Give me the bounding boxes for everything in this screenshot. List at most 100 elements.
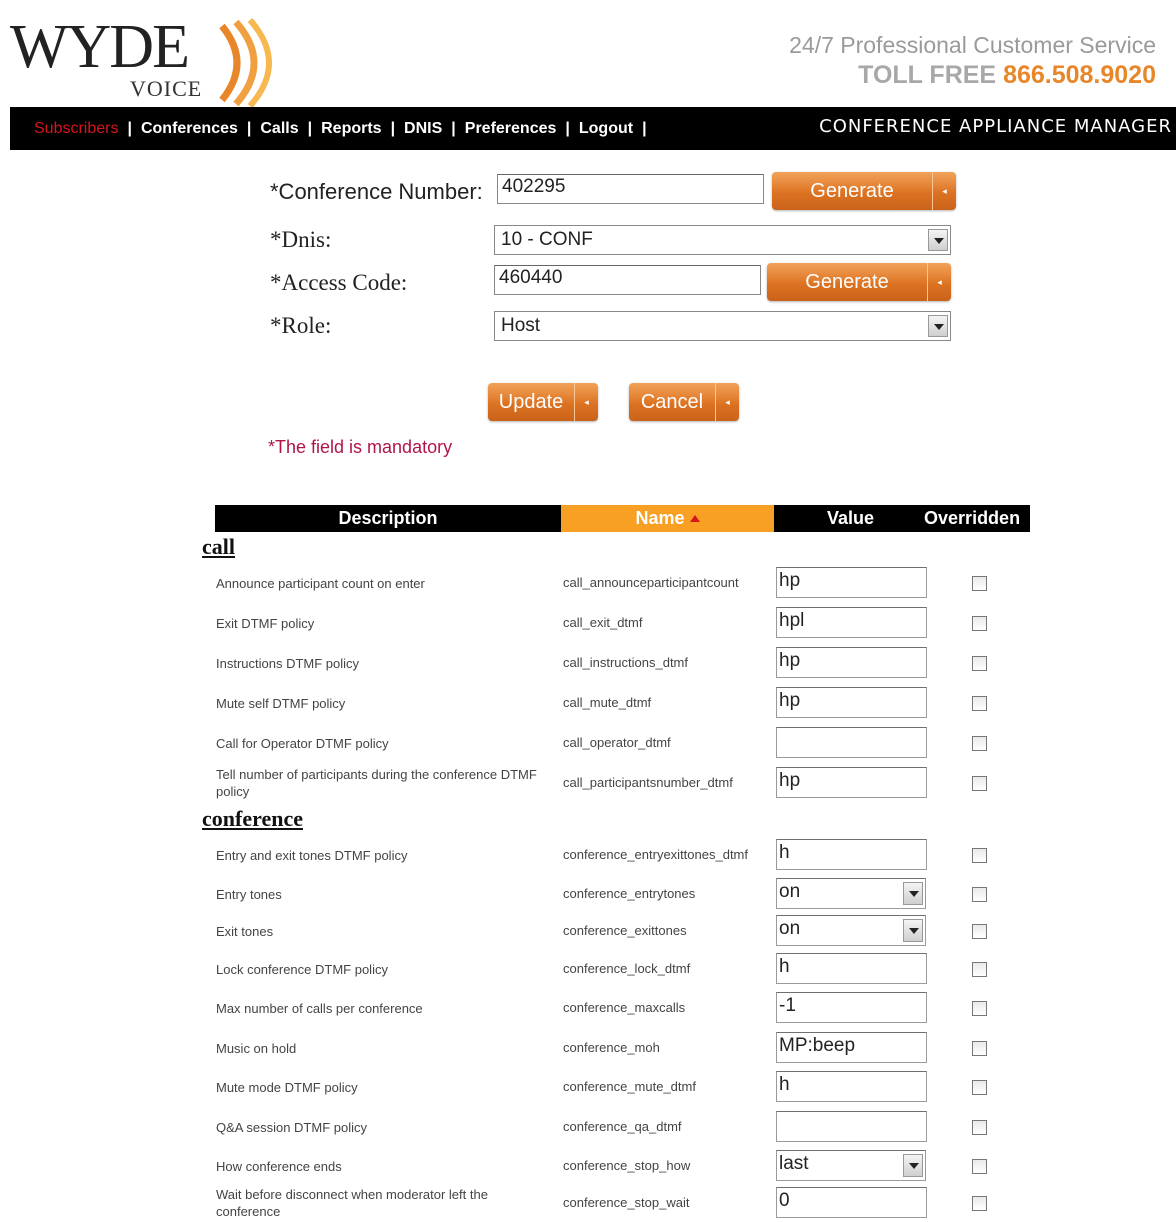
overridden-checkbox[interactable] [972,1120,987,1135]
button-arrow-icon: ◂ [574,383,598,421]
table-row: Exit DTMF policy call_exit_dtmf hpl [0,606,1176,642]
overridden-checkbox[interactable] [972,1080,987,1095]
row-name: conference_maxcalls [563,1000,686,1015]
access-code-input[interactable]: 460440 [494,265,761,295]
overridden-checkbox[interactable] [972,848,987,863]
update-button-label: Update [498,390,564,413]
generate-access-code-button[interactable]: Generate ◂ [767,263,951,301]
dropdown-arrow-icon[interactable] [903,1154,923,1177]
row-description: How conference ends [216,1159,342,1174]
row-description: Tell number of participants during the c… [216,767,537,799]
row-name: call_participantsnumber_dtmf [563,775,733,790]
nav-item-conferences[interactable]: Conferences [141,120,238,138]
table-row: Max number of calls per conference confe… [0,991,1176,1027]
table-row: Music on hold conference_moh MP:beep [0,1031,1176,1067]
overridden-checkbox[interactable] [972,736,987,751]
overridden-checkbox[interactable] [972,776,987,791]
conference-number-input[interactable]: 402295 [497,174,764,204]
row-description: Instructions DTMF policy [216,656,360,671]
dropdown-arrow-icon[interactable] [903,882,923,905]
nav-item-preferences[interactable]: Preferences [465,120,557,138]
row-description: Music on hold [216,1041,297,1056]
row-name: conference_stop_how [563,1158,691,1173]
value-select-text: on [779,881,801,902]
row-name: conference_moh [563,1040,660,1055]
row-name: conference_mute_dtmf [563,1079,696,1094]
toll-free-line: TOLL FREE 866.508.9020 [789,61,1156,90]
value-select[interactable]: on [776,915,926,946]
overridden-checkbox[interactable] [972,656,987,671]
column-header-name[interactable]: Name [561,505,774,532]
overridden-checkbox[interactable] [972,696,987,711]
value-input[interactable]: hp [776,567,927,598]
value-input[interactable]: hp [776,687,927,718]
table-row: Call for Operator DTMF policy call_opera… [0,726,1176,762]
value-input[interactable]: MP:beep [776,1032,927,1063]
row-name: conference_qa_dtmf [563,1119,682,1134]
row-name: conference_entrytones [563,886,696,901]
overridden-checkbox[interactable] [972,616,987,631]
table-row: Entry and exit tones DTMF policy confere… [0,838,1176,874]
column-header-overridden[interactable]: Overridden [924,508,1020,529]
overridden-checkbox[interactable] [972,576,987,591]
row-description: Entry and exit tones DTMF policy [216,848,408,863]
table-row: Tell number of participants during the c… [0,766,1176,802]
table-row: How conference ends conference_stop_how … [0,1149,1176,1185]
generate-conference-number-button[interactable]: Generate ◂ [772,172,956,210]
value-input[interactable]: h [776,839,927,870]
column-header-value-overridden: Value Overridden [774,505,1030,532]
value-select[interactable]: last [776,1150,926,1181]
nav-item-reports[interactable]: Reports [321,120,381,138]
overridden-checkbox[interactable] [972,887,987,902]
cancel-button[interactable]: Cancel ◂ [629,383,739,421]
value-input[interactable]: 0 [776,1187,927,1218]
overridden-checkbox[interactable] [972,924,987,939]
dropdown-arrow-icon[interactable] [928,229,948,251]
overridden-checkbox[interactable] [972,1001,987,1016]
nav-item-subscribers[interactable]: Subscribers [34,120,118,138]
value-input[interactable] [776,1111,927,1142]
nav-item-dnis[interactable]: DNIS [404,120,442,138]
row-name: conference_stop_wait [563,1195,690,1210]
wyde-voice-logo: WYDE VOICE [10,12,280,108]
conference-number-label: *Conference Number: [270,179,483,204]
overridden-checkbox[interactable] [972,1041,987,1056]
nav-separator: | [127,119,132,137]
table-row: Instructions DTMF policy call_instructio… [0,646,1176,682]
dropdown-arrow-icon[interactable] [928,315,948,337]
row-name: call_instructions_dtmf [563,655,688,670]
row-name: call_operator_dtmf [563,735,671,750]
value-input[interactable]: hp [776,767,927,798]
button-arrow-icon: ◂ [715,383,739,421]
column-header-value[interactable]: Value [827,508,874,529]
dropdown-arrow-icon[interactable] [903,919,923,942]
dnis-select[interactable]: 10 - CONF [494,225,951,255]
nav-item-logout[interactable]: Logout [579,120,633,138]
overridden-checkbox[interactable] [972,962,987,977]
column-header-description[interactable]: Description [215,505,561,532]
row-name: call_announceparticipantcount [563,575,739,590]
toll-free-label: TOLL FREE [858,61,997,89]
phone-number: 866.508.9020 [1003,61,1156,89]
app-title: CONFERENCE APPLIANCE MANAGER [819,116,1172,137]
value-input[interactable]: h [776,1071,927,1102]
value-select-text: last [779,1153,809,1174]
nav-item-calls[interactable]: Calls [260,120,298,138]
row-name: call_mute_dtmf [563,695,652,710]
update-button[interactable]: Update ◂ [488,383,598,421]
dnis-label: *Dnis: [270,227,332,252]
generate-button-label: Generate [805,270,889,293]
value-input[interactable]: h [776,953,927,984]
value-select[interactable]: on [776,878,926,909]
row-description: Q&A session DTMF policy [216,1120,367,1135]
value-input[interactable]: hpl [776,607,927,638]
value-input[interactable] [776,727,927,758]
row-description: Exit tones [216,924,274,939]
sort-ascending-icon [689,515,700,522]
overridden-checkbox[interactable] [972,1159,987,1174]
customer-service-banner: 24/7 Professional Customer Service TOLL … [789,32,1156,90]
value-input[interactable]: -1 [776,992,927,1023]
value-input[interactable]: hp [776,647,927,678]
overridden-checkbox[interactable] [972,1196,987,1211]
role-select[interactable]: Host [494,311,951,341]
